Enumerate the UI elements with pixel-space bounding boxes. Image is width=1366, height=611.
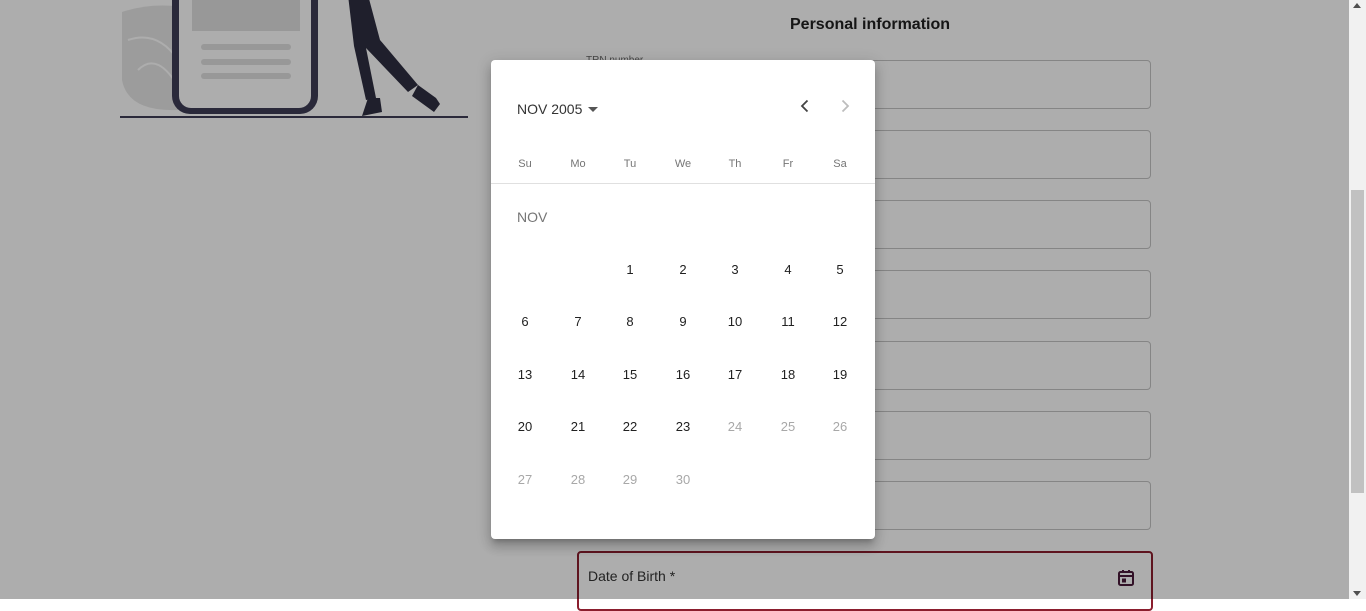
calendar-day[interactable]: 8 <box>610 312 650 332</box>
weekday-label: We <box>674 158 692 170</box>
calendar-day[interactable]: 13 <box>505 365 545 385</box>
page-scrollbar[interactable] <box>1349 0 1366 599</box>
calendar-day[interactable]: 21 <box>558 417 598 437</box>
weekday-divider <box>491 183 875 184</box>
chevron-right-icon <box>841 99 850 113</box>
caret-down-icon <box>588 106 599 112</box>
calendar-day: 25 <box>780 419 796 434</box>
calendar-day[interactable]: 17 <box>715 365 755 385</box>
calendar-day[interactable]: 19 <box>820 365 860 385</box>
calendar-day[interactable]: 15 <box>610 365 650 385</box>
calendar-day[interactable]: 18 <box>768 365 808 385</box>
calendar-day: 29 <box>622 472 638 487</box>
calendar-day[interactable]: 20 <box>505 417 545 437</box>
calendar-day: 26 <box>832 419 848 434</box>
weekday-label: Fr <box>782 158 794 170</box>
calendar-day[interactable]: 23 <box>663 417 703 437</box>
calendar-day: 27 <box>517 472 533 487</box>
scroll-up-icon[interactable] <box>1353 3 1361 8</box>
weekday-label: Su <box>518 158 532 170</box>
calendar-day[interactable]: 10 <box>715 312 755 332</box>
chevron-left-icon[interactable] <box>797 98 813 114</box>
calendar-day[interactable]: 4 <box>768 260 808 280</box>
calendar-day[interactable]: 2 <box>663 260 703 280</box>
weekday-label: Mo <box>570 158 586 170</box>
period-label: NOV 2005 <box>517 101 583 117</box>
calendar-day[interactable]: 11 <box>768 312 808 332</box>
calendar-day[interactable]: 1 <box>610 260 650 280</box>
calendar-day: 28 <box>570 472 586 487</box>
month-label: NOV <box>517 209 548 225</box>
month-year-selector-button[interactable]: NOV 2005 <box>517 101 599 117</box>
calendar-day[interactable]: 3 <box>715 260 755 280</box>
calendar-day[interactable]: 22 <box>610 417 650 437</box>
calendar-day[interactable]: 7 <box>558 312 598 332</box>
weekday-label: Tu <box>623 158 637 170</box>
calendar-day[interactable]: 6 <box>505 312 545 332</box>
calendar-day: 24 <box>727 419 743 434</box>
scroll-down-icon[interactable] <box>1353 591 1361 596</box>
calendar-day[interactable]: 5 <box>820 260 860 280</box>
calendar-day[interactable]: 16 <box>663 365 703 385</box>
calendar-day[interactable]: 9 <box>663 312 703 332</box>
calendar-day: 30 <box>675 472 691 487</box>
datepicker-popup: NOV 2005 Su Mo Tu We Th Fr Sa NOV 123456… <box>491 60 875 539</box>
scrollbar-thumb[interactable] <box>1351 190 1364 493</box>
calendar-day[interactable]: 14 <box>558 365 598 385</box>
weekday-header-row: Su Mo Tu We Th Fr Sa <box>491 158 875 170</box>
weekday-label: Th <box>728 158 742 170</box>
calendar-day[interactable]: 12 <box>820 312 860 332</box>
weekday-label: Sa <box>833 158 847 170</box>
